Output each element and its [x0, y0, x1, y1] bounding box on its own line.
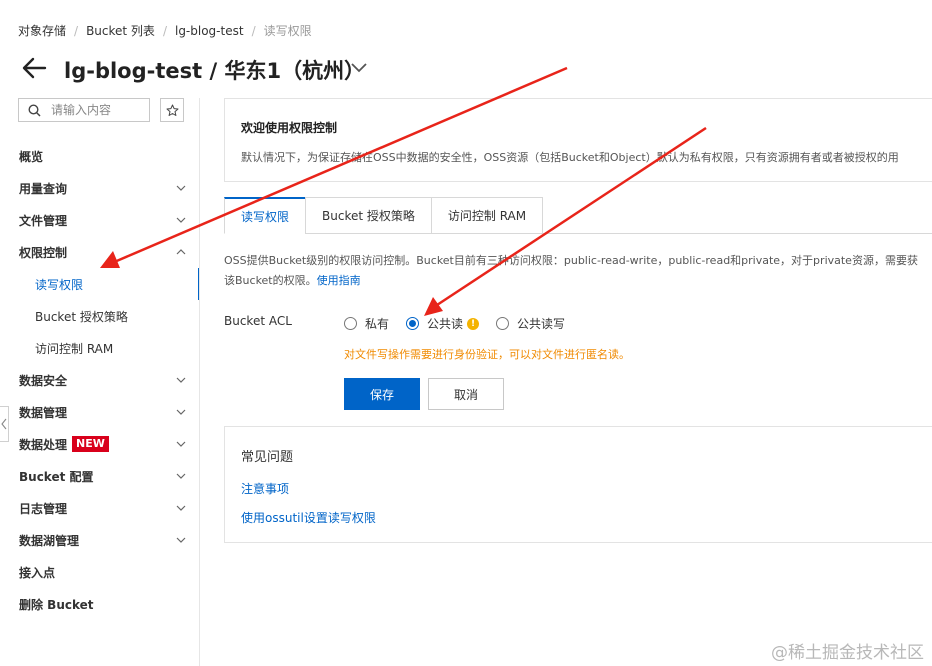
- sidebar-item-label: 数据安全: [19, 373, 68, 388]
- sidebar-item-label: Bucket 授权策略: [35, 309, 128, 324]
- sidebar-item-overview[interactable]: 概览: [0, 140, 200, 172]
- sidebar-item-label: 删除 Bucket: [19, 597, 94, 612]
- sidebar-nav: 概览 用量查询 文件管理 权限控制 读写权限 Bucket 授权策略 访问控制 …: [0, 140, 200, 620]
- chevron-down-icon[interactable]: [350, 60, 368, 74]
- sidebar-item-label: 访问控制 RAM: [35, 341, 114, 356]
- description-line: 该Bucket的权限。: [224, 274, 317, 287]
- sidebar-item-data-security[interactable]: 数据安全: [0, 364, 200, 396]
- save-button[interactable]: 保存: [344, 378, 420, 410]
- cancel-button[interactable]: 取消: [428, 378, 504, 410]
- sidebar-item-access-point[interactable]: 接入点: [0, 556, 200, 588]
- new-badge: NEW: [72, 436, 109, 452]
- sidebar-item-label: 日志管理: [19, 501, 68, 516]
- chevron-down-icon: [176, 409, 186, 415]
- chevron-up-icon: [176, 249, 186, 255]
- sidebar-item-delete-bucket[interactable]: 删除 Bucket: [0, 588, 200, 620]
- sidebar-item-permissions[interactable]: 权限控制: [0, 236, 200, 268]
- chevron-down-icon: [176, 505, 186, 511]
- sidebar-item-label: Bucket 配置: [19, 469, 94, 484]
- sidebar-item-label: 数据管理: [19, 405, 68, 420]
- breadcrumb-separator: /: [74, 23, 79, 38]
- sidebar-item-files[interactable]: 文件管理: [0, 204, 200, 236]
- sidebar-item-label: 接入点: [19, 565, 56, 580]
- sidebar-item-data-processing[interactable]: 数据处理 NEW: [0, 428, 200, 460]
- sidebar-item-data-lake[interactable]: 数据湖管理: [0, 524, 200, 556]
- sidebar-divider: [199, 98, 200, 666]
- description-line: OSS提供Bucket级别的权限访问控制。Bucket目前有三种访问权限：pub…: [224, 254, 918, 267]
- acl-warning-text: 对文件写操作需要进行身份验证，可以对文件进行匿名读。: [344, 348, 630, 361]
- welcome-panel: [224, 98, 932, 182]
- warning-icon: !: [467, 317, 480, 330]
- faq-link-ossutil[interactable]: 使用ossutil设置读写权限: [241, 509, 376, 526]
- breadcrumb-separator: /: [251, 23, 256, 38]
- radio-label: 公共读写: [517, 317, 566, 331]
- radio-label: 私有: [365, 317, 390, 331]
- sidebar-item-label: 权限控制: [19, 245, 68, 260]
- acl-radio-group: 私有 公共读! 公共读写: [344, 315, 582, 332]
- sidebar-item-label: 文件管理: [19, 213, 68, 228]
- sidebar-item-logs[interactable]: 日志管理: [0, 492, 200, 524]
- sidebar-item-bucket-config[interactable]: Bucket 配置: [0, 460, 200, 492]
- breadcrumb-item-bucket-list[interactable]: Bucket 列表: [86, 22, 155, 39]
- chevron-down-icon: [176, 441, 186, 447]
- sidebar-item-data-management[interactable]: 数据管理: [0, 396, 200, 428]
- chevron-down-icon: [176, 537, 186, 543]
- chevron-left-icon: [1, 418, 7, 430]
- chevron-down-icon: [176, 217, 186, 223]
- sidebar-item-label: 概览: [19, 149, 44, 164]
- acl-option-private[interactable]: 私有: [344, 315, 389, 332]
- radio-button-checked[interactable]: [406, 317, 420, 330]
- radio-label: 公共读: [427, 317, 464, 331]
- sidebar-search: [18, 98, 150, 122]
- welcome-title: 欢迎使用权限控制: [241, 121, 338, 135]
- sidebar-item-bucket-policy[interactable]: Bucket 授权策略: [0, 300, 200, 332]
- welcome-text: 默认情况下，为保证存储在OSS中数据的安全性，OSS资源（包括Bucket和Ob…: [241, 151, 899, 164]
- chevron-down-icon: [176, 377, 186, 383]
- watermark: @稀土掘金技术社区: [771, 643, 924, 663]
- back-arrow-icon[interactable]: [20, 56, 48, 80]
- sidebar-item-label: 用量查询: [19, 181, 68, 196]
- favorite-button[interactable]: [160, 98, 184, 122]
- tab-rw-permission[interactable]: 读写权限: [224, 197, 307, 234]
- page-title: lg-blog-test / 华东1（杭州）: [64, 59, 366, 83]
- tab-underline: [536, 233, 932, 234]
- annotation-arrowhead: [424, 297, 443, 316]
- sidebar-item-label: 读写权限: [35, 277, 84, 292]
- breadcrumb-item-current: 读写权限: [263, 24, 312, 38]
- faq-title: 常见问题: [241, 450, 294, 465]
- sidebar-item-rw-permission[interactable]: 读写权限: [0, 268, 200, 300]
- bucket-acl-label: Bucket ACL: [224, 314, 292, 328]
- breadcrumb: 对象存储 / Bucket 列表 / lg-blog-test / 读写权限: [18, 22, 312, 39]
- search-icon: [28, 103, 41, 117]
- acl-option-public-read-write[interactable]: 公共读写: [496, 315, 565, 332]
- breadcrumb-separator: /: [162, 23, 167, 38]
- sidebar-item-label: 数据处理: [19, 437, 68, 452]
- radio-button[interactable]: [344, 317, 357, 330]
- sidebar-item-ram[interactable]: 访问控制 RAM: [0, 332, 200, 364]
- chevron-down-icon: [176, 185, 186, 191]
- sidebar-collapse-handle[interactable]: [0, 406, 9, 442]
- faq-link-notes[interactable]: 注意事项: [241, 480, 289, 497]
- sidebar-search-input[interactable]: [49, 102, 143, 118]
- chevron-down-icon: [176, 473, 186, 479]
- sidebar-item-label: 数据湖管理: [19, 533, 80, 548]
- star-icon: [166, 104, 178, 116]
- tab-bucket-policy[interactable]: Bucket 授权策略: [305, 197, 432, 234]
- breadcrumb-item-oss[interactable]: 对象存储: [18, 22, 66, 39]
- acl-option-public-read[interactable]: 公共读!: [406, 315, 480, 332]
- permission-description: OSS提供Bucket级别的权限访问控制。Bucket目前有三种访问权限：pub…: [224, 251, 918, 291]
- sidebar-item-usage[interactable]: 用量查询: [0, 172, 200, 204]
- tab-ram[interactable]: 访问控制 RAM: [430, 197, 544, 234]
- guide-link[interactable]: 使用指南: [317, 274, 361, 287]
- breadcrumb-item-bucket[interactable]: lg-blog-test: [175, 24, 244, 38]
- radio-button[interactable]: [496, 317, 510, 330]
- tab-bar: 读写权限 Bucket 授权策略 访问控制 RAM: [224, 197, 544, 234]
